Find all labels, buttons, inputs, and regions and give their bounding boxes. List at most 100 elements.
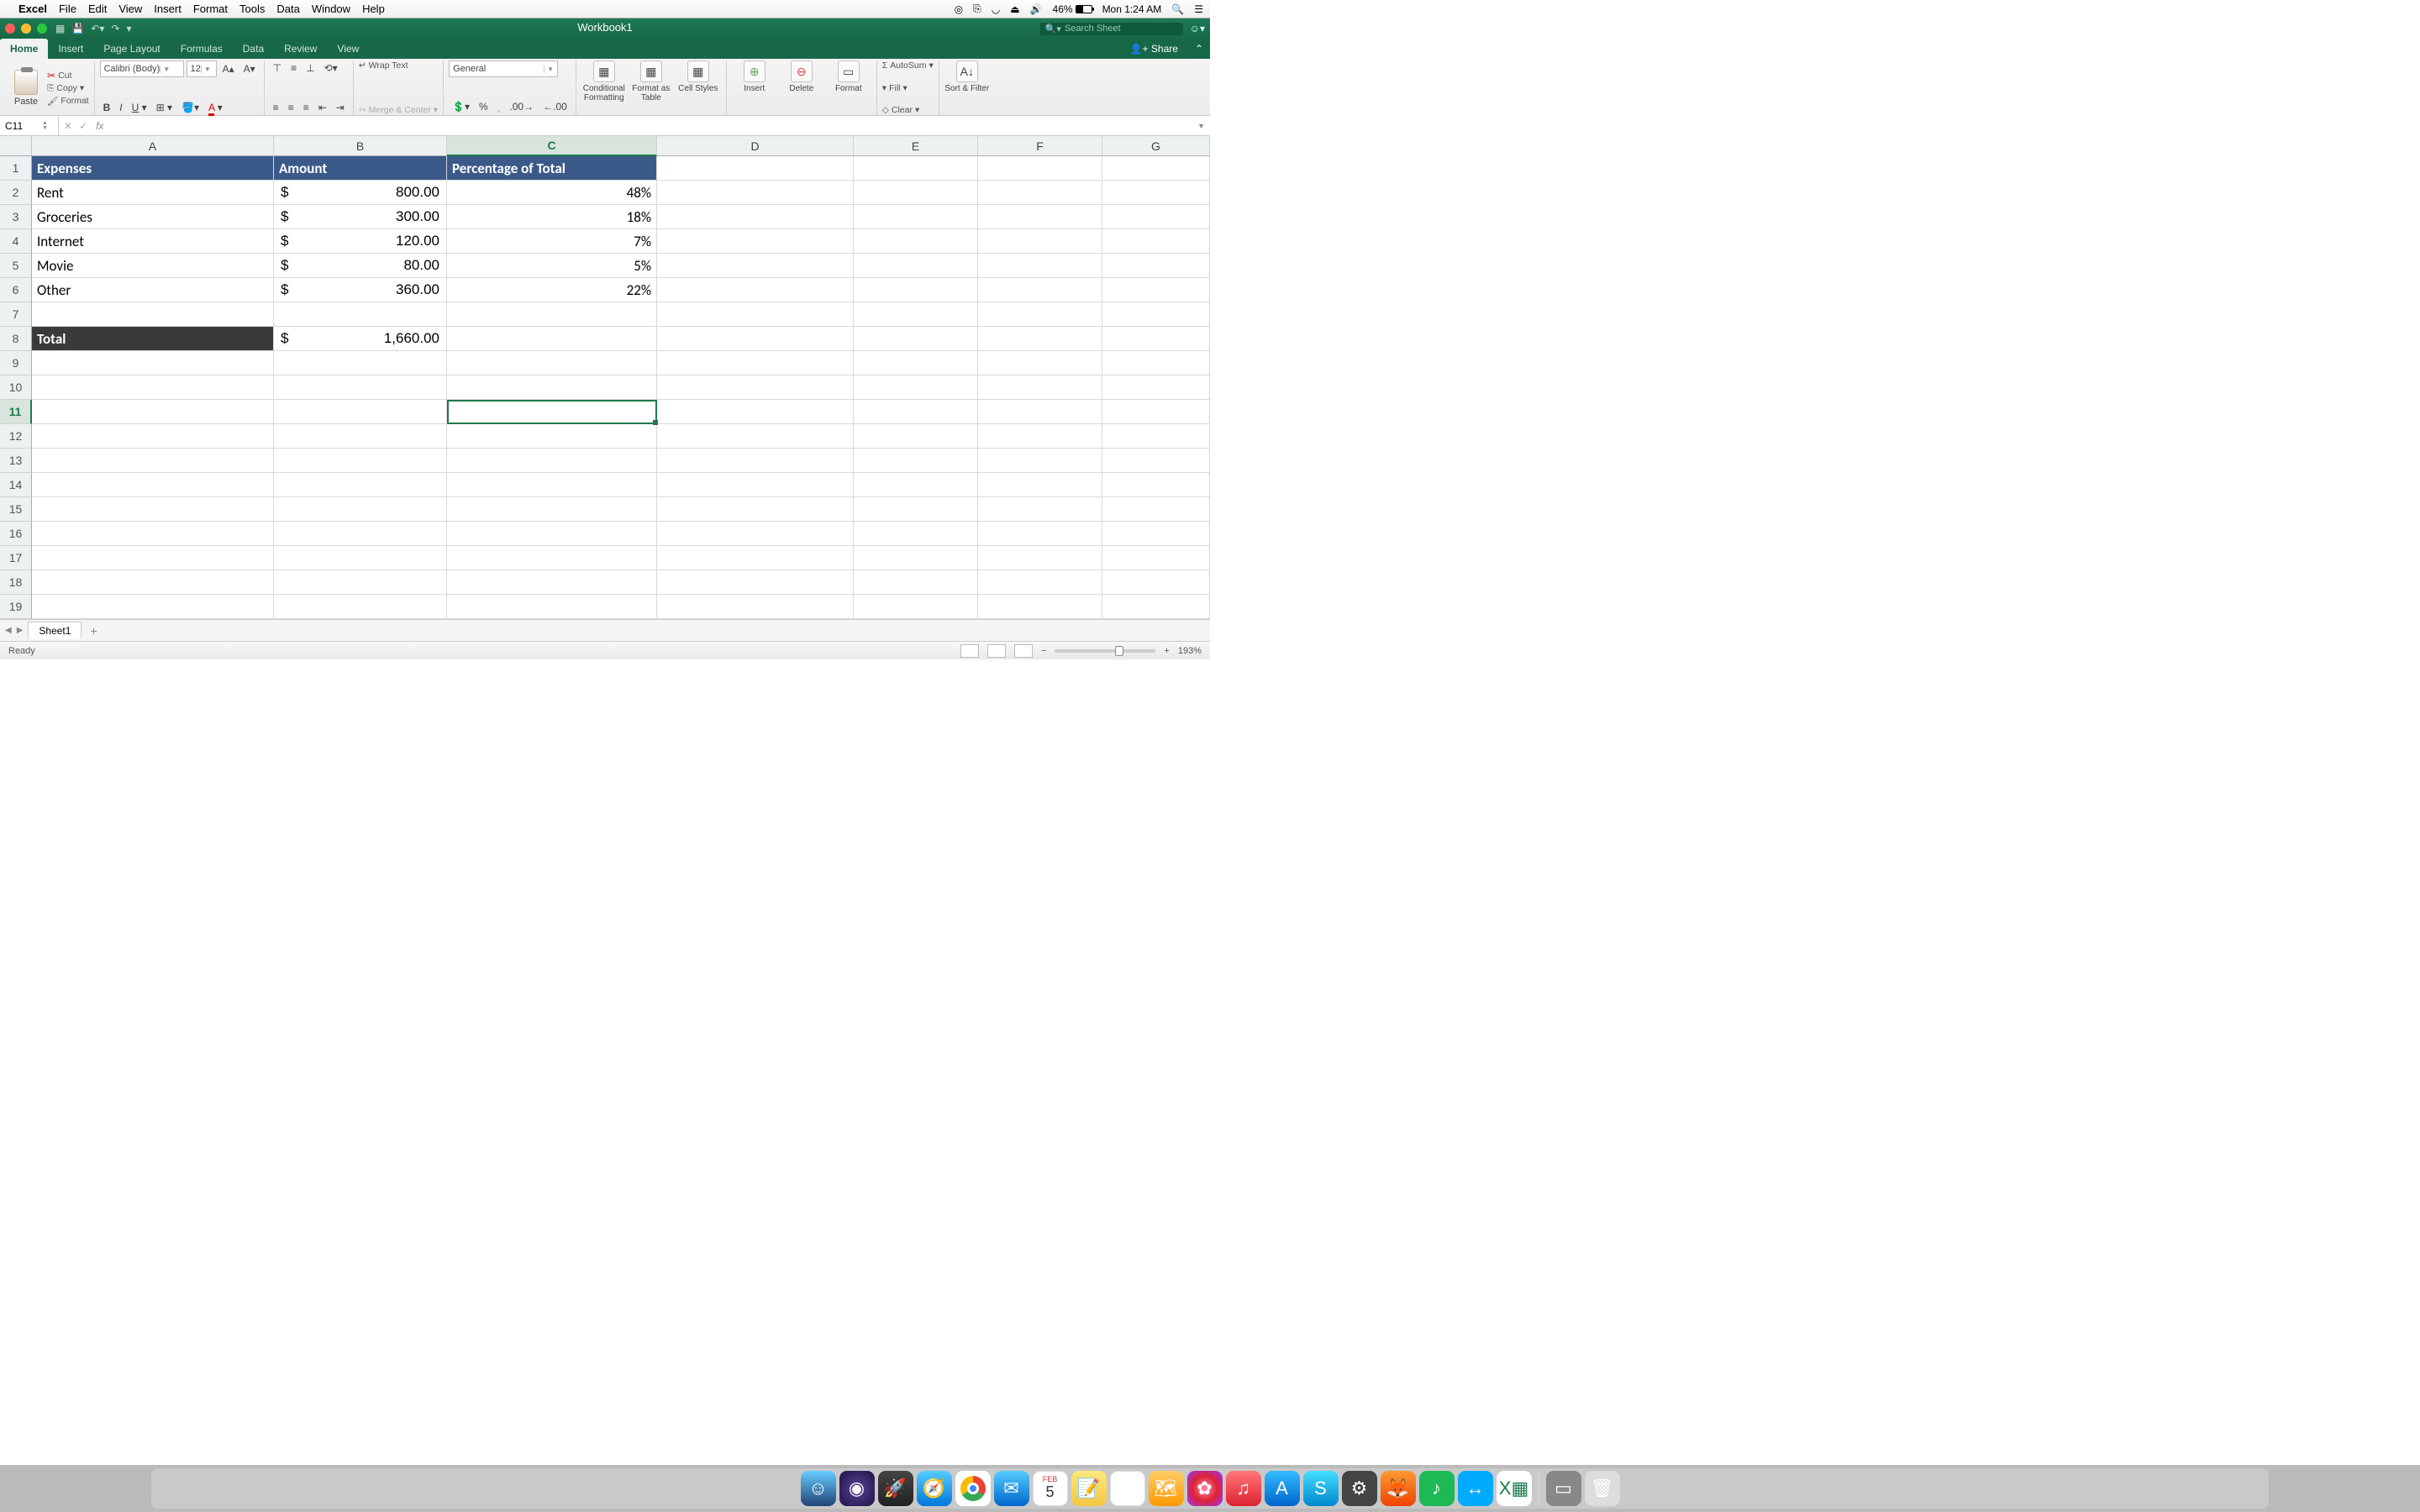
cell[interactable] [274, 424, 447, 449]
dock-itunes-icon[interactable]: ♫ [1226, 1471, 1261, 1506]
decrease-decimal-button[interactable]: ←.00 [539, 99, 571, 114]
font-selector[interactable]: Calibri (Body)▼ [100, 60, 184, 77]
dock-zip-icon[interactable]: ▭ [1546, 1471, 1581, 1506]
cell[interactable] [854, 522, 978, 546]
menu-data[interactable]: Data [276, 3, 299, 15]
cell-a1[interactable]: Expenses [32, 156, 274, 181]
volume-icon[interactable]: 🔊 [1030, 3, 1043, 15]
cell[interactable] [447, 546, 657, 570]
menu-help[interactable]: Help [362, 3, 385, 15]
cell[interactable] [1102, 449, 1210, 473]
cell-b1[interactable]: Amount [274, 156, 447, 181]
cell[interactable] [978, 449, 1102, 473]
row-header[interactable]: 13 [0, 449, 32, 473]
cell[interactable] [854, 375, 978, 400]
sheet-tab[interactable]: Sheet1 [28, 622, 82, 639]
view-pagebreak-button[interactable] [1014, 644, 1033, 658]
zoom-out-button[interactable]: − [1041, 646, 1046, 656]
cell[interactable] [1102, 205, 1210, 229]
cell[interactable] [447, 400, 657, 424]
cell[interactable] [32, 302, 274, 327]
cell[interactable] [854, 205, 978, 229]
cell[interactable] [32, 351, 274, 375]
cell[interactable] [657, 497, 854, 522]
col-header-b[interactable]: B [274, 136, 447, 156]
qat-undo-icon[interactable]: ↶▾ [91, 23, 104, 34]
align-right-button[interactable]: ≡ [300, 100, 313, 115]
col-header-f[interactable]: F [978, 136, 1102, 156]
cell[interactable] [447, 424, 657, 449]
cell[interactable] [854, 400, 978, 424]
menu-tools[interactable]: Tools [239, 3, 265, 15]
qat-home-icon[interactable]: ▦ [55, 23, 65, 34]
cell[interactable] [854, 473, 978, 497]
cell[interactable] [1102, 570, 1210, 595]
dock-skype-icon[interactable]: S [1303, 1471, 1339, 1506]
cell[interactable] [657, 522, 854, 546]
row-header[interactable]: 10 [0, 375, 32, 400]
row-header[interactable]: 5 [0, 254, 32, 278]
cell[interactable] [274, 522, 447, 546]
cell[interactable] [978, 351, 1102, 375]
cell[interactable] [1102, 351, 1210, 375]
dock-maps-icon[interactable]: 🗺 [1149, 1471, 1184, 1506]
dock-finder-icon[interactable]: ☺ [801, 1471, 836, 1506]
tab-home[interactable]: Home [0, 39, 48, 59]
tab-page-layout[interactable]: Page Layout [93, 39, 170, 59]
dock-siri-icon[interactable]: ◉ [839, 1471, 875, 1506]
cell[interactable] [447, 351, 657, 375]
fill-button[interactable]: ▾Fill ▾ [882, 83, 934, 93]
menu-edit[interactable]: Edit [88, 3, 107, 15]
cell[interactable] [978, 205, 1102, 229]
tab-insert[interactable]: Insert [48, 39, 93, 59]
increase-font-button[interactable]: A▴ [219, 61, 238, 76]
cell[interactable] [978, 156, 1102, 181]
cell[interactable] [1102, 400, 1210, 424]
dock-appstore-icon[interactable]: A [1265, 1471, 1300, 1506]
cell[interactable] [32, 522, 274, 546]
cell[interactable] [657, 351, 854, 375]
cell[interactable] [978, 327, 1102, 351]
cell[interactable] [978, 522, 1102, 546]
row-header[interactable]: 12 [0, 424, 32, 449]
cell[interactable] [657, 205, 854, 229]
row-header[interactable]: 9 [0, 351, 32, 375]
cell-c6[interactable]: 22% [447, 278, 657, 302]
zoom-level[interactable]: 193% [1178, 646, 1202, 656]
merge-center-button[interactable]: ⇿Merge & Center ▾ [359, 105, 438, 115]
align-middle-button[interactable]: ≡ [287, 60, 300, 76]
row-header[interactable]: 16 [0, 522, 32, 546]
cell[interactable] [978, 375, 1102, 400]
row-header[interactable]: 2 [0, 181, 32, 205]
cell[interactable] [854, 181, 978, 205]
tab-formulas[interactable]: Formulas [171, 39, 233, 59]
cell-a4[interactable]: Internet [32, 229, 274, 254]
col-header-e[interactable]: E [854, 136, 978, 156]
cell[interactable] [854, 254, 978, 278]
insert-cells-button[interactable]: ⊕Insert [732, 60, 777, 115]
cell[interactable] [1102, 302, 1210, 327]
cell[interactable] [274, 375, 447, 400]
cell[interactable] [32, 424, 274, 449]
dock-safari-icon[interactable]: 🧭 [917, 1471, 952, 1506]
dock-reminders-icon[interactable]: ☑ [1110, 1471, 1145, 1506]
fill-color-button[interactable]: 🪣▾ [178, 100, 203, 115]
dock-spotify-icon[interactable]: ♪ [1419, 1471, 1455, 1506]
tab-data[interactable]: Data [233, 39, 274, 59]
copy-button[interactable]: ⎘Copy ▾ [47, 83, 89, 94]
paste-button[interactable]: Paste [8, 70, 44, 107]
cell[interactable] [274, 570, 447, 595]
fx-icon[interactable]: fx [92, 120, 107, 132]
cell[interactable] [978, 254, 1102, 278]
name-box-input[interactable] [5, 120, 39, 132]
view-pagelayout-button[interactable] [987, 644, 1006, 658]
cell[interactable] [32, 473, 274, 497]
col-header-c[interactable]: C [447, 136, 657, 156]
cell[interactable] [1102, 497, 1210, 522]
cell[interactable] [978, 570, 1102, 595]
row-header[interactable]: 15 [0, 497, 32, 522]
font-color-button[interactable]: A ▾ [205, 100, 226, 115]
dock-calendar-icon[interactable]: FEB5 [1033, 1471, 1068, 1506]
cell[interactable] [657, 424, 854, 449]
cancel-formula-icon[interactable]: ✕ [64, 120, 72, 132]
